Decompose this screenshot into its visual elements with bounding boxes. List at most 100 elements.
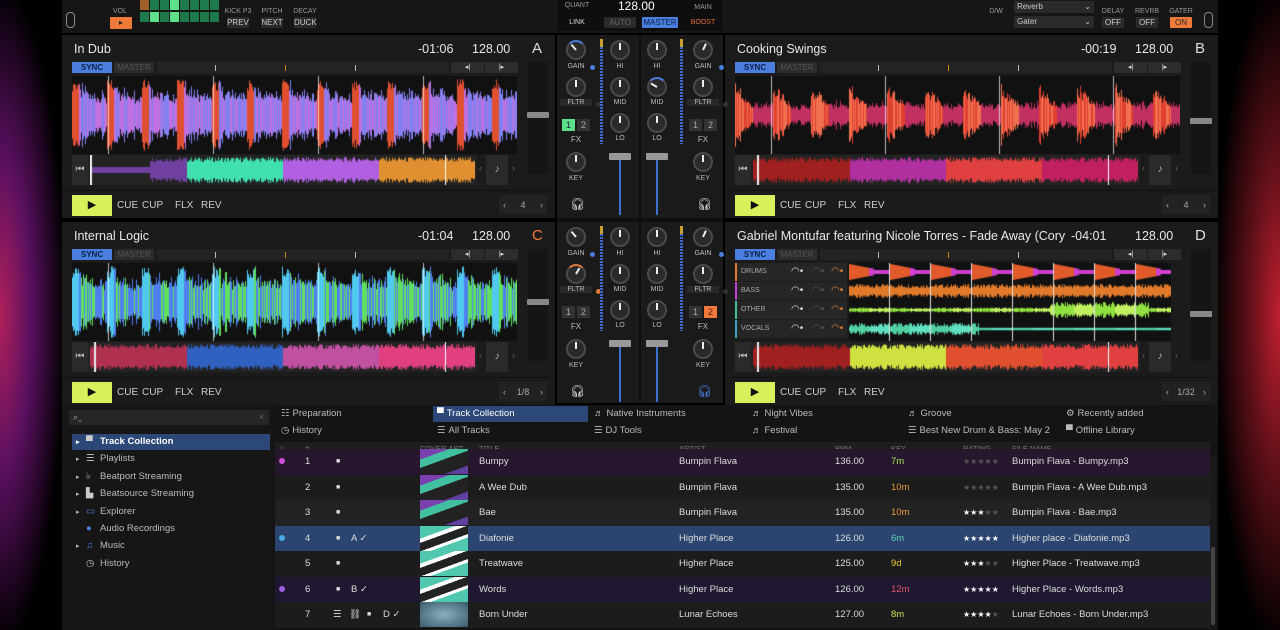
expand-arrow-icon[interactable]: ▸ [76,487,86,503]
chc-fx1-button[interactable]: 1 [562,306,575,318]
beatgrid-note-button[interactable]: ♪ [1149,342,1171,372]
favorite-track-collection[interactable]: ▀ Track Collection [433,406,588,422]
stem-volume-knob-icon[interactable]: ◠• [791,263,803,281]
pattern-step[interactable] [190,12,199,22]
track-overview[interactable]: ⏮ [72,342,477,372]
flux-button[interactable]: FLX [838,387,856,398]
cha-fx1-button[interactable]: 1 [562,119,575,131]
tree-item[interactable]: ▸ ▙ Beatsource Streaming [72,486,270,502]
pattern-step[interactable] [180,0,189,10]
stem-filter-knob-icon[interactable]: ◠• [812,263,824,281]
nudge-forward-button[interactable]: |▸ [1148,249,1181,260]
chb-headphone-cue-icon[interactable]: 🎧︎ [697,197,712,211]
pattern-step[interactable] [210,0,219,10]
chb-filter-knob[interactable] [693,77,713,97]
stem-volume-knob-icon[interactable]: ◠• [791,282,803,300]
track-overview[interactable]: ⏮ [72,155,477,185]
auto-button[interactable]: AUTO [604,17,636,28]
cue-button[interactable]: CUE [117,387,138,398]
chd-headphone-cue-icon[interactable]: 🎧︎ [697,384,712,398]
stem-fx-knob-icon[interactable]: ◠• [831,282,843,300]
chb-volume-fader[interactable] [656,157,658,215]
stem-row-bass[interactable]: BASS ◠• ◠• ◠• [735,282,847,300]
pattern-step[interactable] [170,12,179,22]
pattern-step[interactable] [190,0,199,10]
track-row[interactable]: 5 ■ Treatwave Higher Place 125.00 9d ★★★… [275,551,1210,577]
chb-fx2-button[interactable]: 2 [704,119,717,131]
favorite-history[interactable]: ◷ History [277,423,432,439]
expand-arrow-icon[interactable]: ▸ [76,505,86,521]
chevron-left-icon[interactable]: ‹ [479,163,482,173]
chd-key-knob[interactable] [693,339,713,359]
tree-item[interactable]: ▸ ♫ Music [72,538,270,554]
nudge-back-button[interactable]: ◂| [1114,62,1147,73]
cha-lo-eq-knob[interactable] [610,113,630,133]
cue-button[interactable]: CUE [117,200,138,211]
pattern-step[interactable] [160,0,169,10]
master-button[interactable]: MASTER [114,62,154,73]
cup-button[interactable]: CUP [142,387,163,398]
tempo-fader[interactable] [1190,62,1212,174]
chb-mid-eq-knob[interactable] [647,77,667,97]
master-button[interactable]: MASTER [777,249,817,260]
nudge-back-button[interactable]: ◂| [451,249,484,260]
stem-volume-knob-icon[interactable]: ◠• [791,301,803,319]
pattern-grid[interactable] [140,0,220,24]
master-button[interactable]: MASTER [114,249,154,260]
pattern-step[interactable] [170,0,179,10]
loop-decrease-icon[interactable]: ‹ [503,387,506,397]
track-rating[interactable]: ★★★★★ [963,551,999,576]
expand-arrow-icon[interactable]: ▸ [76,435,86,451]
favorite-dj-tools[interactable]: ☰ DJ Tools [590,423,745,439]
reverb-toggle[interactable]: OFF [1136,17,1158,28]
chd-fader-cap[interactable] [646,340,668,347]
delay-toggle[interactable]: OFF [1102,17,1124,28]
chevron-right-icon[interactable]: › [512,350,515,360]
loop-decrease-icon[interactable]: ‹ [1166,200,1169,210]
cha-headphone-cue-icon[interactable]: 🎧︎ [570,197,585,211]
tree-item[interactable]: ◷ History [72,556,270,572]
overview-waveform[interactable] [753,342,1138,372]
nudge-back-button[interactable]: ◂| [451,62,484,73]
master-tempo[interactable]: 128.00 [618,0,655,13]
chb-fx1-button[interactable]: 1 [689,119,702,131]
tree-item[interactable]: ▸ ▭ Explorer [72,504,270,520]
chd-hi-eq-knob[interactable] [647,227,667,247]
chevron-left-icon[interactable]: ‹ [479,350,482,360]
cha-fader-cap[interactable] [609,153,631,160]
track-list-scrollbar[interactable] [1210,457,1216,627]
search-input[interactable]: ⌕⌄ × [69,410,269,425]
cue-button[interactable]: CUE [780,200,801,211]
chb-fader-cap[interactable] [646,153,668,160]
tree-item[interactable]: ▸ ♭ Beatport Streaming [72,469,270,485]
chd-fx1-button[interactable]: 1 [689,306,702,318]
gater-toggle[interactable]: ON [1170,17,1192,28]
track-row[interactable]: 3 ■ Bae Bumpin Flava 135.00 10m ★★★★★ Bu… [275,500,1210,526]
master-clock-button[interactable]: MASTER [642,17,678,28]
waveform[interactable] [72,76,517,154]
chc-gain-knob[interactable] [566,227,586,247]
pattern-step[interactable] [180,12,189,22]
loop-increase-icon[interactable]: › [540,200,543,210]
tempo-fader[interactable] [527,249,549,361]
deck-letter[interactable]: C [532,227,543,244]
sync-button[interactable]: SYNC [735,249,775,260]
chc-fx2-button[interactable]: 2 [577,306,590,318]
track-row[interactable]: 6 ■ B ✓ Words Higher Place 126.00 12m ★★… [275,576,1210,602]
chevron-left-icon[interactable]: ‹ [1142,163,1145,173]
flux-button[interactable]: FLX [838,200,856,211]
play-button[interactable]: ▶ [735,195,775,216]
cha-fx2-button[interactable]: 2 [577,119,590,131]
loop-increase-icon[interactable]: › [1203,200,1206,210]
cha-hi-eq-knob[interactable] [610,40,630,60]
chd-filter-button[interactable]: FLTR [687,286,719,293]
expand-arrow-icon[interactable]: ▸ [76,452,86,468]
nudge-forward-button[interactable]: |▸ [1148,62,1181,73]
track-row[interactable]: 1 ■ Bumpy Bumpin Flava 136.00 7m ★★★★★ B… [275,449,1210,475]
track-row[interactable]: 7 ☰ ⛓︎ ■ D ✓ Born Under Lunar Echoes 127.… [275,602,1210,628]
favorite-all-tracks[interactable]: ☰ All Tracks [433,423,588,439]
play-button[interactable]: ▶ [72,195,112,216]
overview-waveform[interactable] [90,342,475,372]
chd-mid-eq-knob[interactable] [647,264,667,284]
duck-button[interactable]: DUCK [294,17,317,28]
